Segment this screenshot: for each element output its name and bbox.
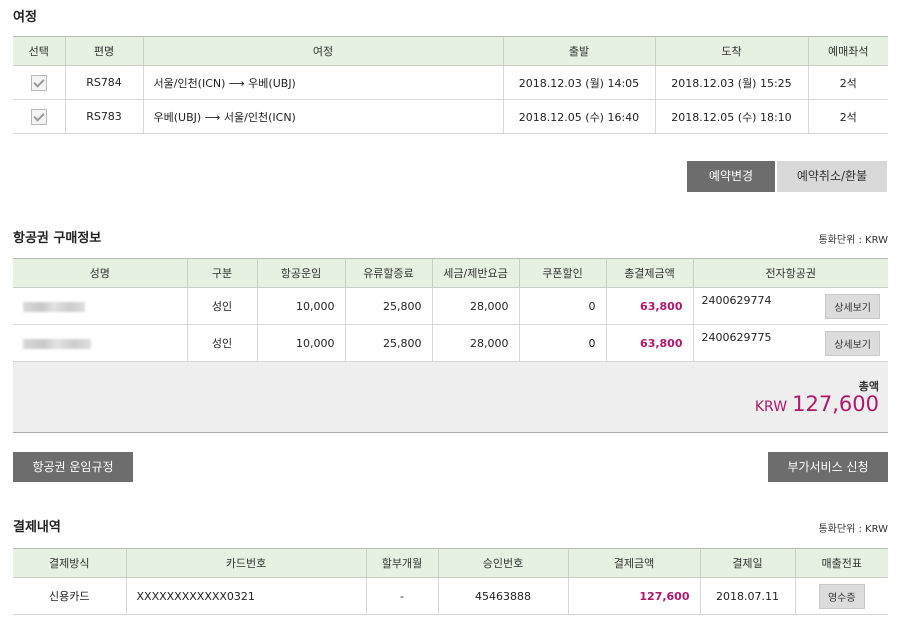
col-fuel: 유류할증료 <box>344 258 432 288</box>
fare: 10,000 <box>256 287 345 325</box>
col-fare: 항공운임 <box>256 258 345 288</box>
detail-button[interactable]: 상세보기 <box>825 293 880 319</box>
itinerary-title: 여정 <box>13 10 37 25</box>
fare-rules-button[interactable]: 항공권 운임규정 <box>13 452 133 482</box>
arrive-time: 2018.12.05 (수) 18:10 <box>654 99 808 134</box>
seat-count: 2석 <box>807 99 888 134</box>
tax: 28,000 <box>431 287 519 325</box>
payment-table: 결제방식 카드번호 할부개월 승인번호 결제금액 결제일 매출전표 신용카드 X… <box>13 548 888 615</box>
total-amount-grand: 127,600 <box>792 392 879 416</box>
eticket-number: 2400629775 <box>701 330 772 344</box>
passenger-type: 성인 <box>186 287 257 325</box>
select-cell <box>13 99 65 134</box>
fare: 10,000 <box>256 324 345 362</box>
payment-method: 신용카드 <box>13 577 126 615</box>
payment-amount: 127,600 <box>567 577 700 615</box>
depart-time: 2018.12.05 (수) 16:40 <box>502 99 655 134</box>
col-coupon: 쿠폰할인 <box>518 258 606 288</box>
passenger-name <box>13 324 187 362</box>
total-summary-box: 총액 KRW 127,600 <box>13 362 888 433</box>
total-amount: 63,800 <box>605 324 693 362</box>
blurred-name <box>23 301 85 312</box>
purchase-currency-unit: 통화단위 : KRW <box>818 235 888 246</box>
col-installment: 할부개월 <box>365 548 438 578</box>
col-name: 성명 <box>13 258 187 288</box>
itinerary-header-row: 선택 편명 여정 출발 도착 예매좌석 <box>13 36 888 66</box>
depart-time: 2018.12.03 (월) 14:05 <box>502 65 655 100</box>
installment: - <box>365 577 438 615</box>
col-total: 총결제금액 <box>605 258 693 288</box>
eticket-number: 2400629774 <box>701 293 772 307</box>
eticket-cell: 2400629775 상세보기 <box>692 324 888 362</box>
blurred-name <box>23 338 91 349</box>
col-flight: 편명 <box>64 36 143 66</box>
receipt-button[interactable]: 영수증 <box>818 583 865 609</box>
payment-date: 2018.07.11 <box>699 577 795 615</box>
checkbox-checked-icon[interactable] <box>30 108 47 125</box>
fuel-surcharge: 25,800 <box>344 324 432 362</box>
passenger-name <box>13 287 187 325</box>
col-amount: 결제금액 <box>567 548 700 578</box>
table-row: RS784 서울/인천(ICN) ⟶ 우베(UBJ) 2018.12.03 (월… <box>13 65 888 100</box>
purchase-title: 항공권 구매정보 <box>13 231 102 246</box>
cancel-refund-button[interactable]: 예약취소/환불 <box>777 161 887 192</box>
purchase-table: 성명 구분 항공운임 유류할증료 세금/제반요금 쿠폰할인 총결제금액 전자항공… <box>13 258 888 362</box>
arrive-time: 2018.12.03 (월) 15:25 <box>654 65 808 100</box>
table-row: 신용카드 XXXXXXXXXXXX0321 - 45463888 127,600… <box>13 577 888 615</box>
itinerary-table: 선택 편명 여정 출발 도착 예매좌석 RS784 서울/인천(ICN) ⟶ 우… <box>13 36 888 134</box>
coupon-discount: 0 <box>518 324 606 362</box>
approval-number: 45463888 <box>437 577 568 615</box>
select-cell <box>13 65 65 100</box>
card-number: XXXXXXXXXXXX0321 <box>125 577 366 615</box>
col-tax: 세금/제반요금 <box>431 258 519 288</box>
col-method: 결제방식 <box>13 548 126 578</box>
eticket-cell: 2400629774 상세보기 <box>692 287 888 325</box>
col-route: 여정 <box>142 36 503 66</box>
col-arrive: 도착 <box>654 36 808 66</box>
payment-header-row: 결제방식 카드번호 할부개월 승인번호 결제금액 결제일 매출전표 <box>13 548 888 578</box>
col-date: 결제일 <box>699 548 795 578</box>
receipt-cell: 영수증 <box>794 577 888 615</box>
fuel-surcharge: 25,800 <box>344 287 432 325</box>
detail-button[interactable]: 상세보기 <box>825 330 880 356</box>
col-eticket: 전자항공권 <box>692 258 888 288</box>
table-row: 성인 10,000 25,800 28,000 0 63,800 2400629… <box>13 324 888 362</box>
table-row: RS783 우베(UBJ) ⟶ 서울/인천(ICN) 2018.12.05 (수… <box>13 99 888 134</box>
purchase-header-row: 성명 구분 항공운임 유류할증료 세금/제반요금 쿠폰할인 총결제금액 전자항공… <box>13 258 888 288</box>
passenger-type: 성인 <box>186 324 257 362</box>
flight-number: RS783 <box>64 99 143 134</box>
col-seats: 예매좌석 <box>807 36 888 66</box>
coupon-discount: 0 <box>518 287 606 325</box>
route: 우베(UBJ) ⟶ 서울/인천(ICN) <box>142 99 503 134</box>
total-currency: KRW <box>754 399 788 415</box>
tax: 28,000 <box>431 324 519 362</box>
col-approval: 승인번호 <box>437 548 568 578</box>
payment-title: 결제내역 <box>13 520 61 535</box>
payment-currency-unit: 통화단위 : KRW <box>818 524 888 535</box>
total-value: KRW 127,600 <box>755 392 879 416</box>
col-card: 카드번호 <box>125 548 366 578</box>
checkbox-checked-icon[interactable] <box>30 74 47 91</box>
col-select: 선택 <box>13 36 65 66</box>
extra-service-button[interactable]: 부가서비스 신청 <box>768 452 888 482</box>
total-amount: 63,800 <box>605 287 693 325</box>
col-depart: 출발 <box>502 36 655 66</box>
change-reservation-button[interactable]: 예약변경 <box>687 161 775 192</box>
seat-count: 2석 <box>807 65 888 100</box>
table-row: 성인 10,000 25,800 28,000 0 63,800 2400629… <box>13 287 888 325</box>
route: 서울/인천(ICN) ⟶ 우베(UBJ) <box>142 65 503 100</box>
col-type: 구분 <box>186 258 257 288</box>
flight-number: RS784 <box>64 65 143 100</box>
col-receipt: 매출전표 <box>794 548 888 578</box>
